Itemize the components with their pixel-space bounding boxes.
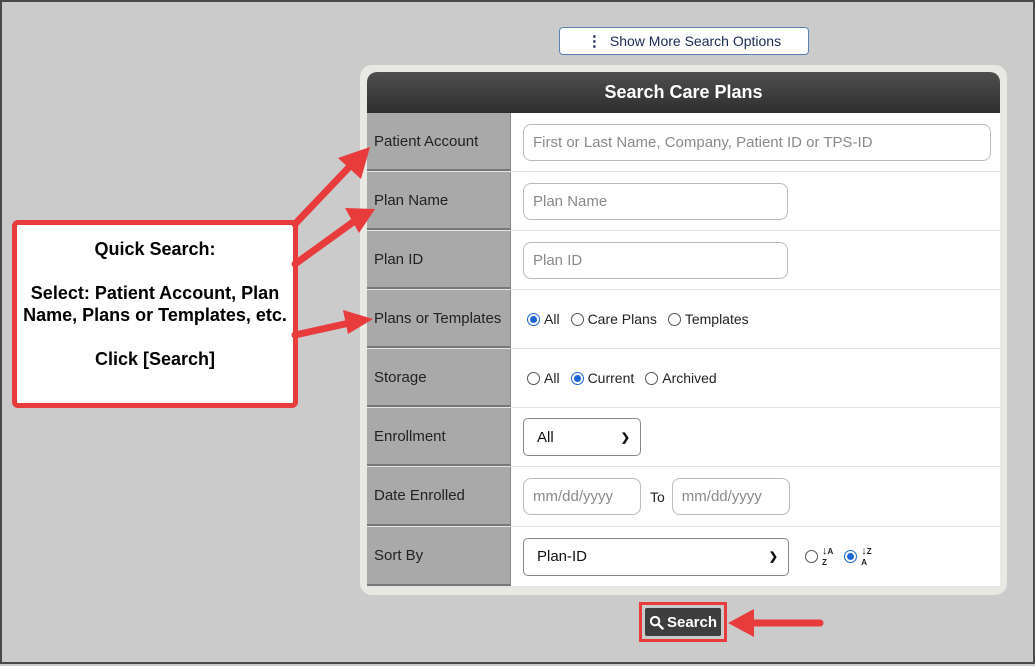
radio-care-plans[interactable]: Care Plans (570, 311, 657, 327)
vertical-dots-icon: ⋮ (586, 33, 602, 50)
arrow-to-plan-name (291, 216, 360, 268)
plan-name-label: Plan Name (367, 172, 511, 230)
sort-by-value: Plan-ID (537, 548, 588, 565)
row-plan-id: Plan ID Plan ID (367, 231, 1000, 290)
radio-plans-all[interactable]: All (527, 311, 560, 327)
row-patient-account: Patient Account First or Last Name, Comp… (367, 113, 1000, 172)
radio-checked-icon (844, 550, 858, 563)
radio-storage-current[interactable]: Current (570, 370, 634, 386)
chevron-down-icon: ❯ (620, 431, 630, 444)
enrollment-select[interactable]: All ❯ (523, 418, 641, 456)
callout-body: Select: Patient Account, Plan Name, Plan… (23, 283, 287, 325)
radio-storage-all[interactable]: All (527, 370, 560, 386)
arrowhead-icon (728, 609, 754, 637)
plans-or-templates-label: Plans or Templates (367, 290, 511, 348)
search-button[interactable]: Search (645, 608, 721, 636)
search-care-plans-panel: Search Care Plans Patient Account First … (360, 65, 1007, 595)
row-plans-or-templates: Plans or Templates All Care Plans Templa… (367, 290, 1000, 349)
sort-ascending-az-icon: ↓A Z (822, 544, 834, 567)
enrollment-value: All (537, 428, 554, 446)
row-date-enrolled: Date Enrolled mm/dd/yyyy To mm/dd/yyyy (367, 467, 1000, 527)
show-more-label: Show More Search Options (609, 33, 782, 49)
sort-by-select[interactable]: Plan-ID ❯ (523, 537, 789, 576)
radio-checked-icon (527, 312, 540, 326)
quick-search-callout: Quick Search: Select: Patient Account, P… (12, 220, 298, 408)
date-enrolled-label: Date Enrolled (367, 467, 511, 526)
arrow-to-patient-account (291, 158, 358, 228)
date-to-label: To (650, 488, 665, 505)
plan-id-input[interactable]: Plan ID (523, 241, 788, 279)
radio-unchecked-icon (805, 550, 818, 563)
patient-account-input[interactable]: First or Last Name, Company, Patient ID … (523, 123, 991, 161)
enrollment-label: Enrollment (367, 408, 511, 466)
row-plan-name: Plan Name Plan Name (367, 172, 1000, 231)
radio-sort-descending[interactable]: ↓Z A (844, 544, 872, 568)
arrow-to-plans-or-templates (291, 318, 358, 339)
show-more-search-options-button[interactable]: ⋮ Show More Search Options (559, 27, 809, 55)
panel-title: Search Care Plans (367, 72, 1000, 113)
radio-checked-icon (570, 371, 584, 385)
radio-unchecked-icon (645, 371, 659, 385)
radio-unchecked-icon (527, 371, 540, 385)
radio-unchecked-icon (570, 312, 584, 326)
chevron-down-icon: ❯ (768, 551, 778, 563)
magnifier-icon (649, 615, 664, 630)
callout-action: Click [Search] (94, 349, 216, 369)
row-enrollment: Enrollment All ❯ (367, 408, 1000, 467)
radio-storage-archived[interactable]: Archived (645, 370, 717, 386)
row-storage: Storage All Current Archived (367, 349, 1000, 408)
sort-descending-za-icon: ↓Z A (861, 544, 872, 567)
storage-label: Storage (367, 349, 511, 407)
radio-templates[interactable]: Templates (667, 311, 749, 327)
search-button-label: Search (666, 613, 718, 631)
row-sort-by: Sort By Plan-ID ❯ ↓A Z ↓Z A (367, 527, 1000, 587)
sort-by-label: Sort By (367, 527, 511, 586)
radio-sort-ascending[interactable]: ↓A Z (805, 544, 834, 568)
patient-account-label: Patient Account (367, 113, 511, 171)
plan-name-input[interactable]: Plan Name (523, 182, 788, 220)
date-from-input[interactable]: mm/dd/yyyy (523, 478, 641, 515)
callout-title: Quick Search: (94, 239, 216, 259)
date-to-input[interactable]: mm/dd/yyyy (671, 478, 790, 515)
radio-unchecked-icon (667, 312, 681, 326)
search-button-highlight: Search (639, 602, 727, 642)
plan-id-label: Plan ID (367, 231, 511, 289)
